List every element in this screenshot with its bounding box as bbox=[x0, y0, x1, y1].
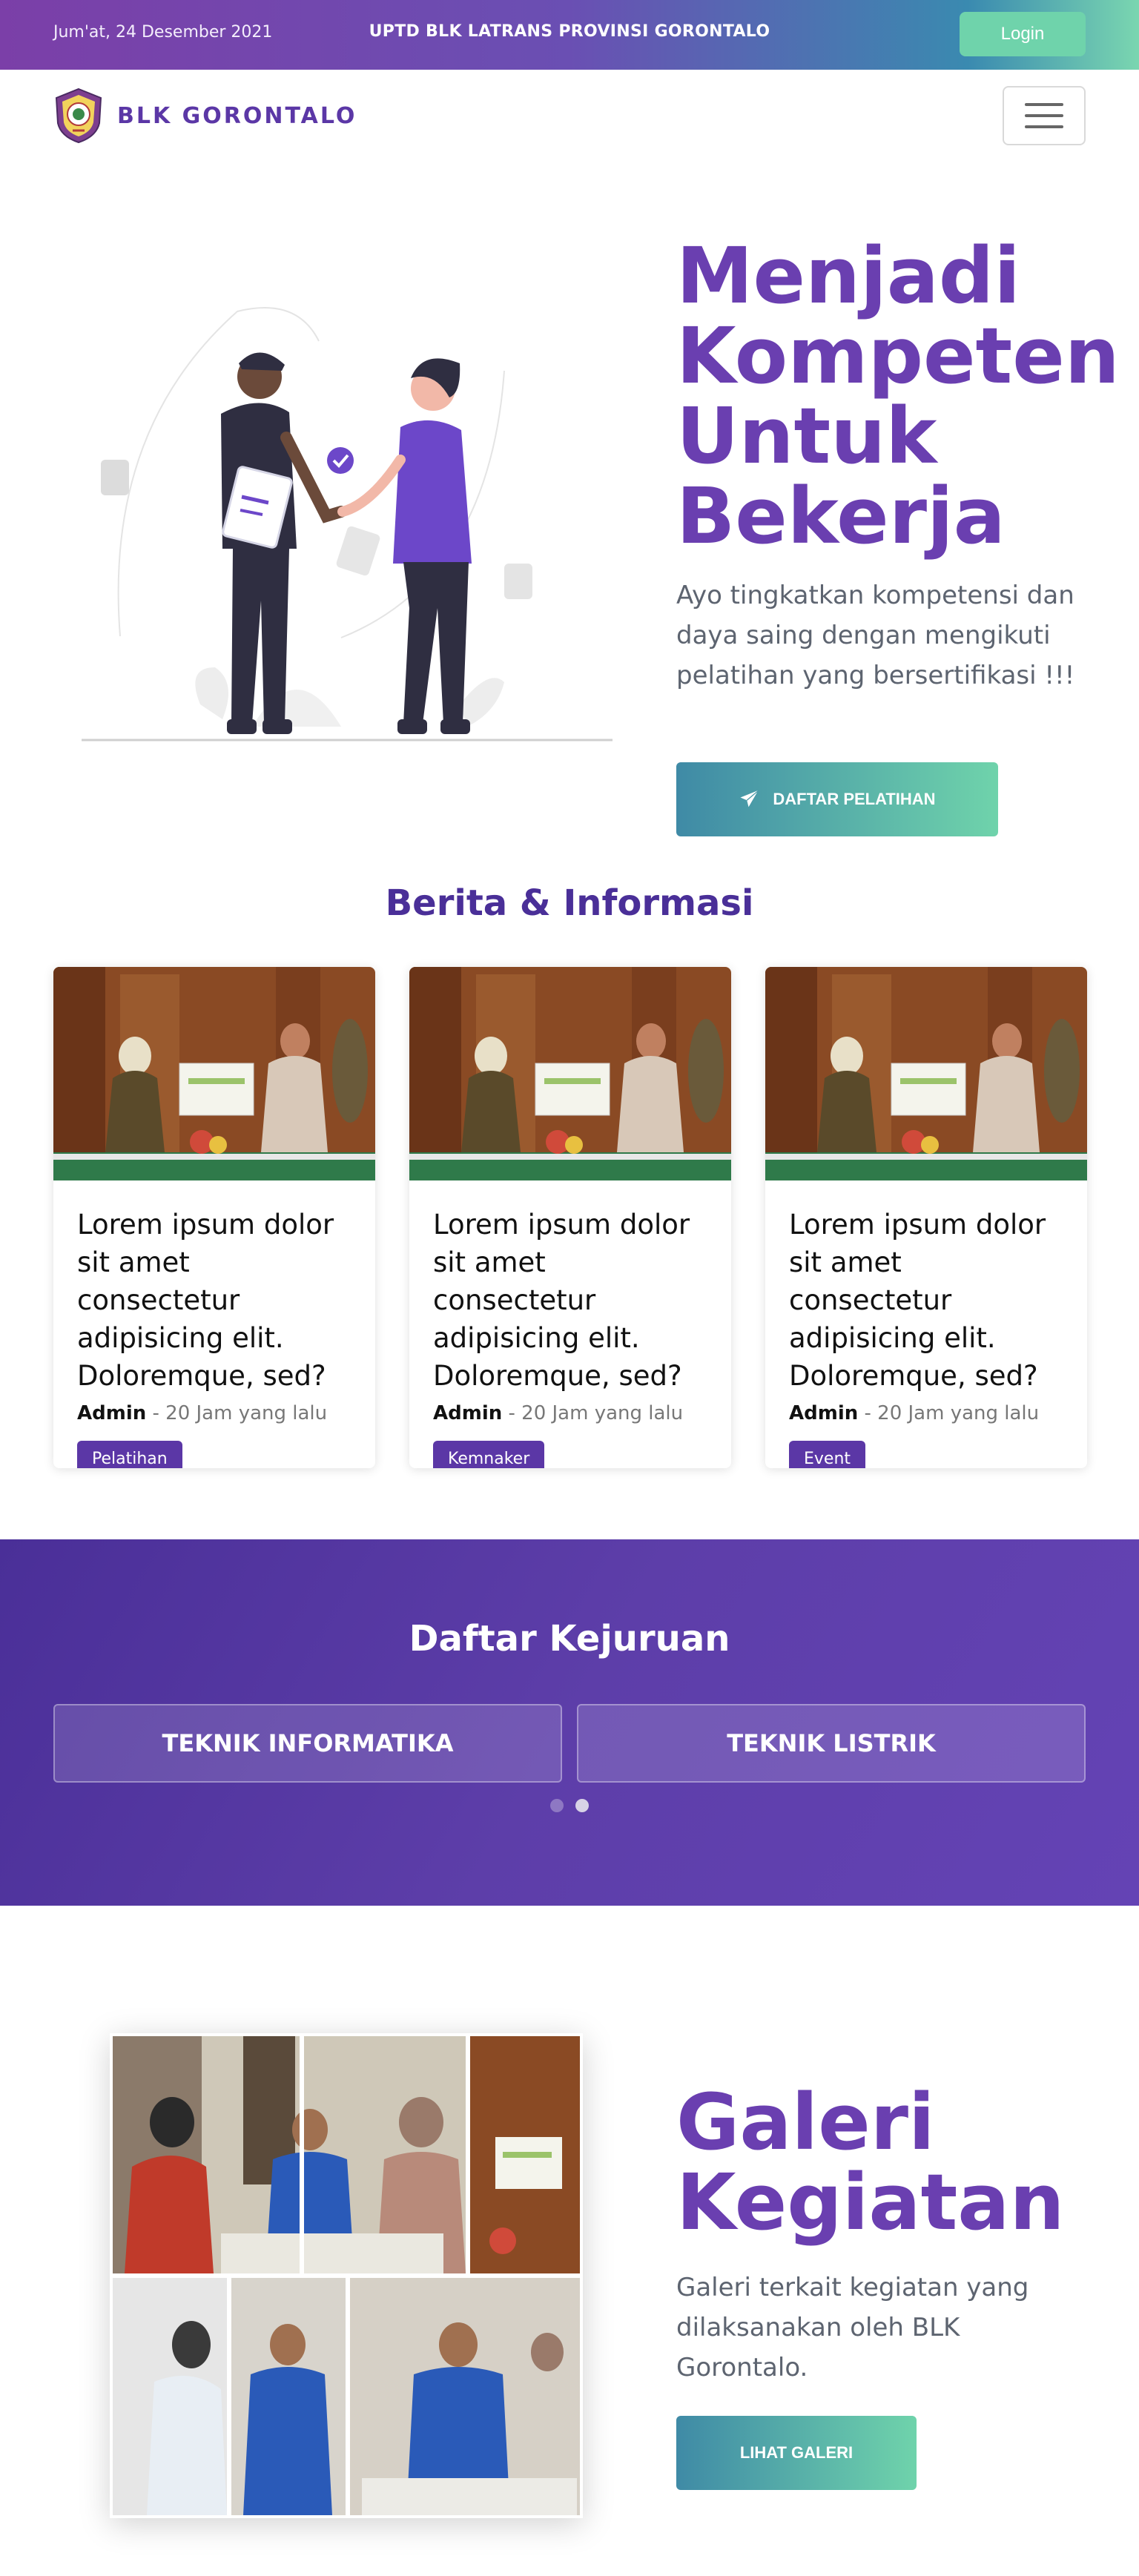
daftar-pelatihan-button[interactable]: DAFTAR PELATIHAN bbox=[676, 762, 998, 836]
news-title[interactable]: Lorem ipsum dolor sit amet consectetur a… bbox=[77, 1206, 351, 1395]
daftar-pelatihan-label: DAFTAR PELATIHAN bbox=[773, 790, 936, 808]
gallery-collage bbox=[110, 2033, 583, 2518]
news-card[interactable]: Lorem ipsum dolor sit amet consectetur a… bbox=[765, 967, 1087, 1468]
login-button[interactable]: Login bbox=[960, 12, 1086, 56]
news-author: Admin bbox=[77, 1402, 147, 1424]
news-meta: Admin - 20 Jam yang lalu bbox=[789, 1402, 1063, 1424]
news-author: Admin bbox=[433, 1402, 503, 1424]
handshake-illustration bbox=[82, 307, 613, 742]
brand-link[interactable]: BLK GORONTALO bbox=[53, 87, 357, 144]
news-meta: Admin - 20 Jam yang lalu bbox=[433, 1402, 707, 1424]
navbar: BLK GORONTALO bbox=[0, 70, 1139, 163]
news-photo bbox=[409, 967, 731, 1180]
paper-plane-icon bbox=[740, 790, 760, 808]
news-title[interactable]: Lorem ipsum dolor sit amet consectetur a… bbox=[433, 1206, 707, 1395]
gallery-subtitle: Galeri terkait kegiatan yang dilaksanaka… bbox=[676, 2273, 1029, 2382]
news-card[interactable]: Lorem ipsum dolor sit amet consectetur a… bbox=[409, 967, 731, 1468]
top-bar: Jum'at, 24 Desember 2021 UPTD BLK LATRAN… bbox=[0, 0, 1139, 70]
gallery-title: Galeri Kegiatan bbox=[676, 2077, 1065, 2248]
kejuruan-section: Daftar Kejuruan TEKNIK INFORMATIKA TEKNI… bbox=[0, 1539, 1139, 1906]
news-tag[interactable]: Kemnaker bbox=[433, 1441, 545, 1468]
logo-emblem bbox=[55, 87, 102, 144]
news-section-title: Berita & Informasi bbox=[385, 882, 754, 924]
carousel-dot-active[interactable] bbox=[575, 1799, 589, 1812]
carousel-indicators bbox=[0, 1799, 1139, 1812]
hero-title: Menjadi Kompeten Untuk Bekerja bbox=[676, 231, 1120, 561]
kejuruan-section-title: Daftar Kejuruan bbox=[409, 1618, 730, 1659]
news-card[interactable]: Lorem ipsum dolor sit amet consectetur a… bbox=[53, 967, 375, 1468]
lihat-galeri-button[interactable]: LIHAT GALERI bbox=[676, 2416, 917, 2490]
news-tag[interactable]: Pelatihan bbox=[77, 1441, 182, 1468]
news-photo bbox=[53, 967, 375, 1180]
hamburger-menu-icon[interactable] bbox=[1003, 86, 1086, 145]
news-meta: Admin - 20 Jam yang lalu bbox=[77, 1402, 351, 1424]
news-tag[interactable]: Event bbox=[789, 1441, 866, 1468]
news-author: Admin bbox=[789, 1402, 859, 1424]
brand-name: BLK GORONTALO bbox=[117, 102, 357, 129]
news-title[interactable]: Lorem ipsum dolor sit amet consectetur a… bbox=[789, 1206, 1063, 1395]
news-time: - 20 Jam yang lalu bbox=[502, 1402, 684, 1424]
news-time: - 20 Jam yang lalu bbox=[858, 1402, 1040, 1424]
news-time: - 20 Jam yang lalu bbox=[146, 1402, 328, 1424]
carousel-dot[interactable] bbox=[550, 1799, 564, 1812]
kejuruan-item-teknik-listrik[interactable]: TEKNIK LISTRIK bbox=[577, 1704, 1086, 1783]
kejuruan-item-teknik-informatika[interactable]: TEKNIK INFORMATIKA bbox=[53, 1704, 562, 1783]
news-photo bbox=[765, 967, 1087, 1180]
hero-subtitle: Ayo tingkatkan kompetensi dan daya saing… bbox=[676, 581, 1075, 690]
